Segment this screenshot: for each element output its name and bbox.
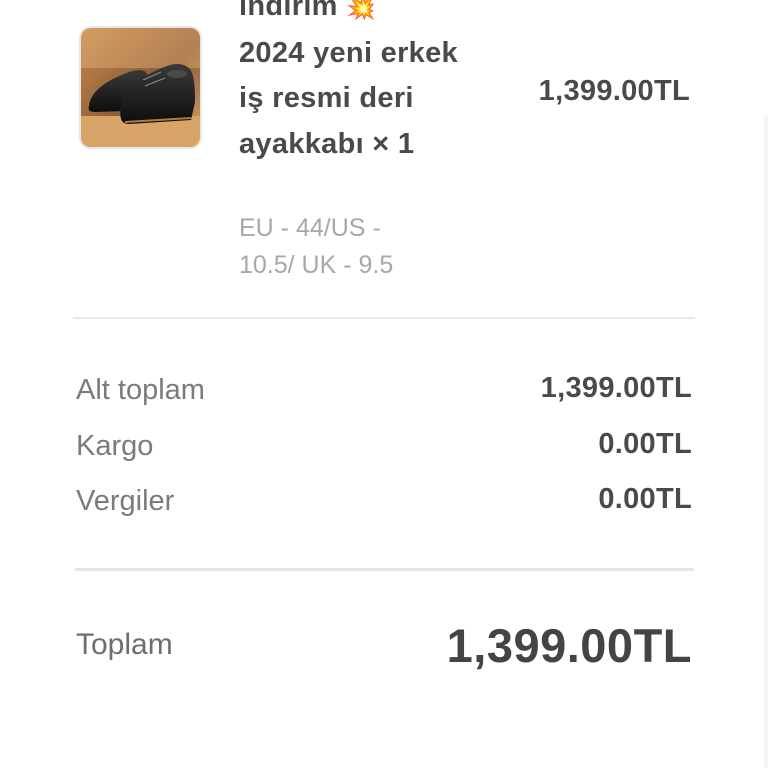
scroll-edge — [764, 115, 768, 768]
product-title-first-line: indirim — [239, 0, 338, 22]
product-title: indirim 💥 2024 yeni erkek iş resmi deri … — [239, 0, 489, 167]
divider — [73, 317, 695, 319]
dress-shoes-image — [81, 28, 200, 147]
line-item-price: 1,399.00TL — [538, 75, 690, 107]
taxes-value: 0.00TL — [598, 483, 692, 515]
subtotal-label: Alt toplam — [76, 374, 205, 406]
divider — [75, 568, 694, 571]
shipping-value: 0.00TL — [598, 428, 692, 460]
shipping-label: Kargo — [76, 430, 154, 462]
product-thumbnail — [79, 26, 202, 149]
product-variant: EU - 44/US - 10.5/ UK - 9.5 — [239, 214, 394, 279]
total-row: Toplam 1,399.00TL — [76, 618, 692, 678]
taxes-label: Vergiler — [76, 485, 175, 517]
subtotal-row: Alt toplam 1,399.00TL — [76, 372, 692, 414]
shipping-row: Kargo 0.00TL — [76, 428, 692, 470]
product-title-rest: 2024 yeni erkek iş resmi deri ayakkabı ×… — [239, 36, 458, 160]
taxes-row: Vergiler 0.00TL — [76, 483, 692, 525]
total-label: Toplam — [76, 628, 173, 661]
subtotal-value: 1,399.00TL — [540, 372, 692, 404]
burst-icon: 💥 — [346, 0, 377, 21]
total-value: 1,399.00TL — [446, 619, 692, 672]
